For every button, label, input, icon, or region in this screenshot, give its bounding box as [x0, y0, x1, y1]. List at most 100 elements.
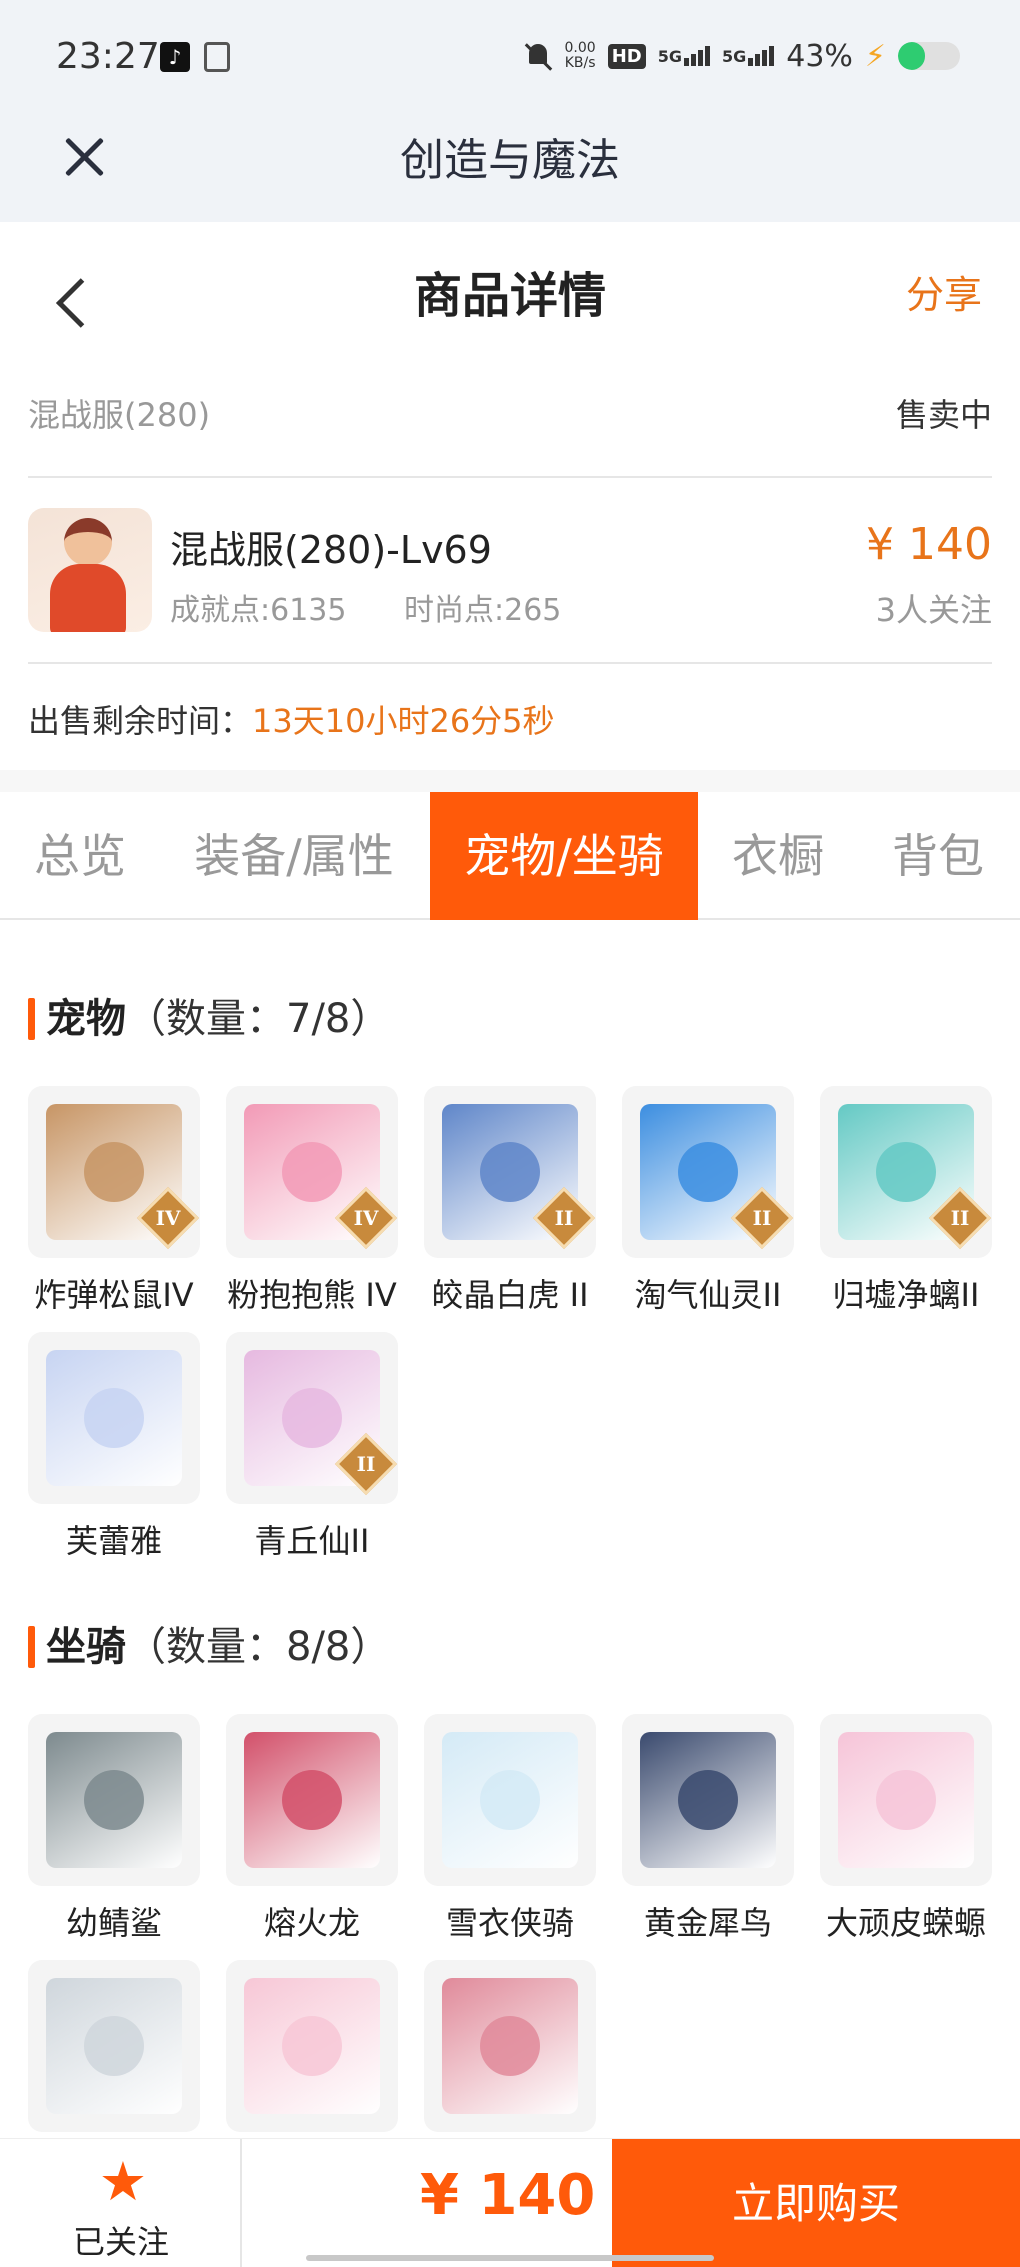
- pet-name: 皎晶白虎 II: [431, 1276, 589, 1314]
- pet-thumbnail: IV: [226, 1086, 398, 1258]
- pet-portrait-face: [480, 1142, 540, 1202]
- remaining-time-label: 出售剩余时间：: [28, 702, 253, 740]
- battery-percent: 43%: [786, 38, 853, 74]
- mount-name: 大顽皮蝾螈: [825, 1904, 986, 1942]
- pets-section-title: 宠物（数量：7/8）: [28, 994, 390, 1044]
- tier-badge-label: II: [950, 1206, 970, 1230]
- character-avatar: [28, 508, 152, 632]
- mount-item[interactable]: [424, 1960, 596, 2132]
- avatar-body: [50, 564, 126, 632]
- pet-item[interactable]: II 归墟净螭II: [820, 1086, 992, 1316]
- pet-thumbnail: II: [424, 1086, 596, 1258]
- pet-item[interactable]: IV 粉抱抱熊 IV: [226, 1086, 398, 1316]
- pet-name: 芙蕾雅: [65, 1522, 162, 1560]
- mount-thumbnail: [28, 1960, 200, 2132]
- tab-wardrobe[interactable]: 衣橱: [712, 792, 844, 920]
- pet-thumbnail: IV: [28, 1086, 200, 1258]
- battery-fill: [898, 42, 925, 70]
- tab-pets-mounts[interactable]: 宠物/坐骑: [430, 792, 698, 920]
- mount-portrait-face: [84, 2016, 144, 2076]
- product-name: 混战服(280)-Lv69: [170, 528, 492, 572]
- mount-name: 幼鲭鲨: [65, 1904, 162, 1942]
- home-indicator: [306, 2255, 714, 2261]
- product-summary[interactable]: 混战服(280)-Lv69 成就点:6135 时尚点:265 ¥ 140 3人关…: [28, 505, 992, 635]
- pet-item[interactable]: II 皎晶白虎 II: [424, 1086, 596, 1316]
- pet-portrait-face: [678, 1142, 738, 1202]
- pet-portrait-face: [876, 1142, 936, 1202]
- pet-portrait-face: [282, 1388, 342, 1448]
- pet-item[interactable]: 芙蕾雅: [28, 1332, 200, 1562]
- signal-label-2: 5G: [721, 47, 747, 66]
- mounts-title: 坐骑: [46, 1624, 126, 1670]
- mount-item[interactable]: 雪衣侠骑: [424, 1714, 596, 1944]
- remaining-time: 出售剩余时间：13天10小时26分5秒: [28, 696, 555, 742]
- tiktok-icon: ♪: [160, 42, 190, 72]
- battery-icon: [898, 42, 960, 70]
- mount-portrait: [46, 1978, 182, 2114]
- server-row: 混战服(280) 售卖中: [28, 380, 992, 436]
- buy-now-button[interactable]: 立即购买: [612, 2139, 1020, 2267]
- mount-name: 熔火龙: [263, 1904, 360, 1942]
- mount-portrait-face: [282, 1770, 342, 1830]
- net-speed: 0.00 KB/s: [565, 41, 596, 71]
- tier-badge-label: IV: [155, 1206, 181, 1230]
- mount-name: 雪衣侠骑: [445, 1904, 574, 1942]
- pet-name: 炸弹松鼠IV: [34, 1276, 194, 1314]
- tab-equipment[interactable]: 装备/属性: [176, 792, 412, 920]
- app-title: 创造与魔法: [400, 135, 620, 186]
- mount-item[interactable]: [226, 1960, 398, 2132]
- mount-portrait: [838, 1732, 974, 1868]
- pet-item[interactable]: IV 炸弹松鼠IV: [28, 1086, 200, 1316]
- pet-portrait-face: [84, 1388, 144, 1448]
- mount-portrait-face: [480, 2016, 540, 2076]
- hd-badge: HD: [607, 43, 646, 69]
- mount-item[interactable]: 幼鲭鲨: [28, 1714, 200, 1944]
- mount-portrait-face: [876, 1770, 936, 1830]
- status-time: 23:27: [56, 36, 160, 77]
- bottom-price: ¥ 140: [420, 2163, 596, 2228]
- mount-item[interactable]: [28, 1960, 200, 2132]
- page-title: 商品详情: [413, 268, 606, 324]
- follow-button[interactable]: ★ 已关注: [0, 2139, 242, 2267]
- pet-item[interactable]: II 青丘仙II: [226, 1332, 398, 1562]
- mount-thumbnail: [424, 1714, 596, 1886]
- fashion-points: 时尚点:265: [404, 593, 562, 628]
- tab-overview[interactable]: 总览: [0, 792, 160, 920]
- tab-bag[interactable]: 背包: [868, 792, 1008, 920]
- section-gap: [0, 770, 1020, 792]
- mount-thumbnail: [226, 1714, 398, 1886]
- divider: [28, 662, 992, 664]
- pet-name: 归墟净螭II: [832, 1276, 980, 1314]
- mount-item[interactable]: 黄金犀鸟: [622, 1714, 794, 1944]
- divider: [28, 476, 992, 478]
- app-bar: 创造与魔法: [0, 110, 1020, 222]
- mount-item[interactable]: 熔火龙: [226, 1714, 398, 1944]
- mount-thumbnail: [424, 1960, 596, 2132]
- achievement-points: 成就点:6135: [170, 593, 347, 628]
- mount-thumbnail: [820, 1714, 992, 1886]
- bottom-bar: ★ 已关注 ¥ 140 立即购买: [0, 2138, 1020, 2267]
- avatar-head: [64, 518, 112, 566]
- mount-thumbnail: [226, 1960, 398, 2132]
- mounts-section-title: 坐骑（数量：8/8）: [28, 1622, 390, 1672]
- tier-badge-label: II: [356, 1452, 376, 1476]
- tier-badge-label: II: [752, 1206, 772, 1230]
- sale-status: 售卖中: [895, 396, 992, 434]
- pet-portrait-face: [84, 1142, 144, 1202]
- follower-count: 3人关注: [875, 591, 992, 629]
- share-button[interactable]: 分享: [906, 264, 982, 319]
- mount-portrait: [46, 1732, 182, 1868]
- mount-item[interactable]: 大顽皮蝾螈: [820, 1714, 992, 1944]
- pet-name: 淘气仙灵II: [634, 1276, 782, 1314]
- pet-name: 粉抱抱熊 IV: [227, 1276, 397, 1314]
- net-speed-unit: KB/s: [564, 55, 596, 71]
- charging-bolt-icon: ⚡: [864, 38, 886, 74]
- pet-thumbnail: II: [226, 1332, 398, 1504]
- mount-portrait-face: [678, 1770, 738, 1830]
- pet-item[interactable]: II 淘气仙灵II: [622, 1086, 794, 1316]
- mount-portrait-face: [282, 2016, 342, 2076]
- status-bar: 23:27 ♪ 0.00 KB/s HD 5G 5G 43% ⚡: [0, 0, 1020, 110]
- status-indicators: 0.00 KB/s HD 5G 5G 43% ⚡: [523, 36, 960, 76]
- pet-portrait-face: [282, 1142, 342, 1202]
- product-price: ¥ 140: [866, 519, 992, 570]
